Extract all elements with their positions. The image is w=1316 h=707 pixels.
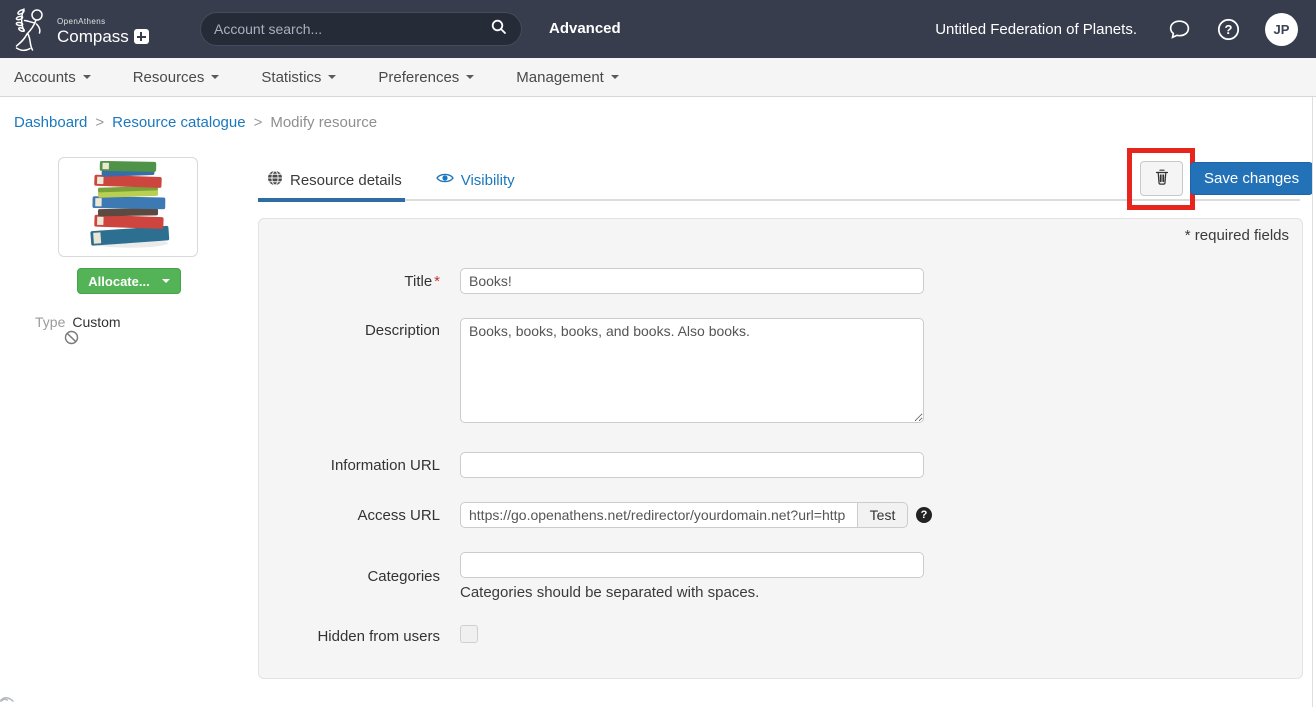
brand-openathens-label: OpenAthens	[57, 17, 149, 26]
resource-thumbnail-card	[58, 157, 198, 257]
chat-bubble-icon[interactable]	[1167, 17, 1192, 42]
topbar: OpenAthens Compass Advanced Untitled Fed…	[0, 0, 1316, 58]
chevron-down-icon	[83, 75, 91, 79]
breadcrumb-resource-catalogue[interactable]: Resource catalogue	[112, 114, 245, 131]
type-label: Type	[35, 314, 65, 330]
corner-decoration	[0, 689, 20, 707]
title-input[interactable]	[460, 268, 924, 294]
resource-form: Title* Description Books, books, books, …	[259, 268, 1302, 672]
openathens-mascot-icon	[12, 6, 52, 57]
nav-item-statistics[interactable]: Statistics	[261, 69, 336, 86]
brand-compass-label: Compass	[57, 27, 129, 47]
resource-type-row: Type Custom	[35, 314, 121, 330]
compass-plus-icon	[134, 29, 149, 44]
title-row: Title*	[259, 268, 1302, 294]
eye-icon	[436, 171, 454, 189]
brand-text: OpenAthens Compass	[57, 17, 149, 47]
test-url-button[interactable]: Test	[857, 502, 908, 528]
scrollbar-track[interactable]	[1312, 97, 1313, 707]
trash-icon	[1154, 168, 1170, 189]
resource-tabs: Resource details Visibility	[267, 170, 515, 190]
title-label: Title*	[259, 273, 440, 290]
nav-item-preferences[interactable]: Preferences	[378, 69, 474, 86]
federation-name: Untitled Federation of Planets.	[935, 21, 1137, 38]
breadcrumb-separator: >	[254, 114, 263, 131]
breadcrumb-current-modify-resource: Modify resource	[270, 114, 377, 131]
information-url-input[interactable]	[460, 452, 924, 478]
hidden-from-users-row: Hidden from users	[259, 625, 1302, 648]
type-value: Custom	[72, 314, 120, 330]
hidden-from-users-checkbox[interactable]	[460, 625, 478, 643]
nav-item-resources[interactable]: Resources	[133, 69, 220, 86]
information-url-row: Information URL	[259, 452, 1302, 478]
required-fields-note: * required fields	[1185, 227, 1289, 244]
search-icon[interactable]	[490, 18, 508, 41]
tab-divider-line	[258, 199, 1300, 201]
tab-visibility[interactable]: Visibility	[436, 170, 515, 190]
account-search-input[interactable]	[214, 21, 490, 37]
categories-row: Categories Categories should be separate…	[259, 552, 1302, 601]
breadcrumb: Dashboard > Resource catalogue > Modify …	[14, 114, 377, 131]
description-textarea[interactable]: Books, books, books, and books. Also boo…	[460, 318, 924, 423]
help-icon[interactable]: ?	[1216, 17, 1241, 42]
categories-label: Categories	[259, 568, 440, 585]
save-changes-button[interactable]: Save changes	[1190, 162, 1313, 195]
breadcrumb-separator: >	[95, 114, 104, 131]
description-label: Description	[259, 318, 440, 339]
description-row: Description Books, books, books, and boo…	[259, 318, 1302, 428]
allocate-dropdown-button[interactable]: Allocate...	[77, 268, 181, 294]
openathens-compass-logo[interactable]: OpenAthens Compass	[12, 6, 149, 57]
access-url-row: Access URL Test ?	[259, 502, 1302, 528]
globe-icon	[267, 170, 283, 190]
advanced-search-link[interactable]: Advanced	[549, 20, 621, 37]
nav-item-accounts[interactable]: Accounts	[14, 69, 91, 86]
svg-text:?: ?	[1225, 22, 1233, 37]
active-tab-underline	[258, 198, 405, 202]
nav-item-management[interactable]: Management	[516, 69, 619, 86]
chevron-down-icon	[211, 75, 219, 79]
main-nav: Accounts Resources Statistics Preference…	[0, 58, 1316, 97]
chevron-down-icon	[162, 279, 170, 283]
books-stack-image	[78, 161, 178, 254]
user-avatar[interactable]: JP	[1265, 13, 1298, 46]
access-url-help-icon[interactable]: ?	[916, 507, 932, 523]
access-url-input[interactable]	[460, 502, 858, 528]
access-url-label: Access URL	[259, 507, 440, 524]
required-asterisk: *	[434, 273, 440, 290]
hidden-from-users-label: Hidden from users	[259, 628, 440, 645]
tab-resource-details[interactable]: Resource details	[267, 170, 402, 190]
delete-resource-button[interactable]	[1140, 161, 1183, 196]
categories-input[interactable]	[460, 552, 924, 578]
no-entry-icon	[64, 330, 79, 350]
breadcrumb-dashboard[interactable]: Dashboard	[14, 114, 87, 131]
information-url-label: Information URL	[259, 457, 440, 474]
chevron-down-icon	[328, 75, 336, 79]
chevron-down-icon	[611, 75, 619, 79]
chevron-down-icon	[466, 75, 474, 79]
account-search-box	[200, 12, 522, 46]
resource-details-panel: * required fields Title* Description Boo…	[258, 218, 1303, 679]
categories-hint: Categories should be separated with spac…	[460, 584, 1302, 601]
